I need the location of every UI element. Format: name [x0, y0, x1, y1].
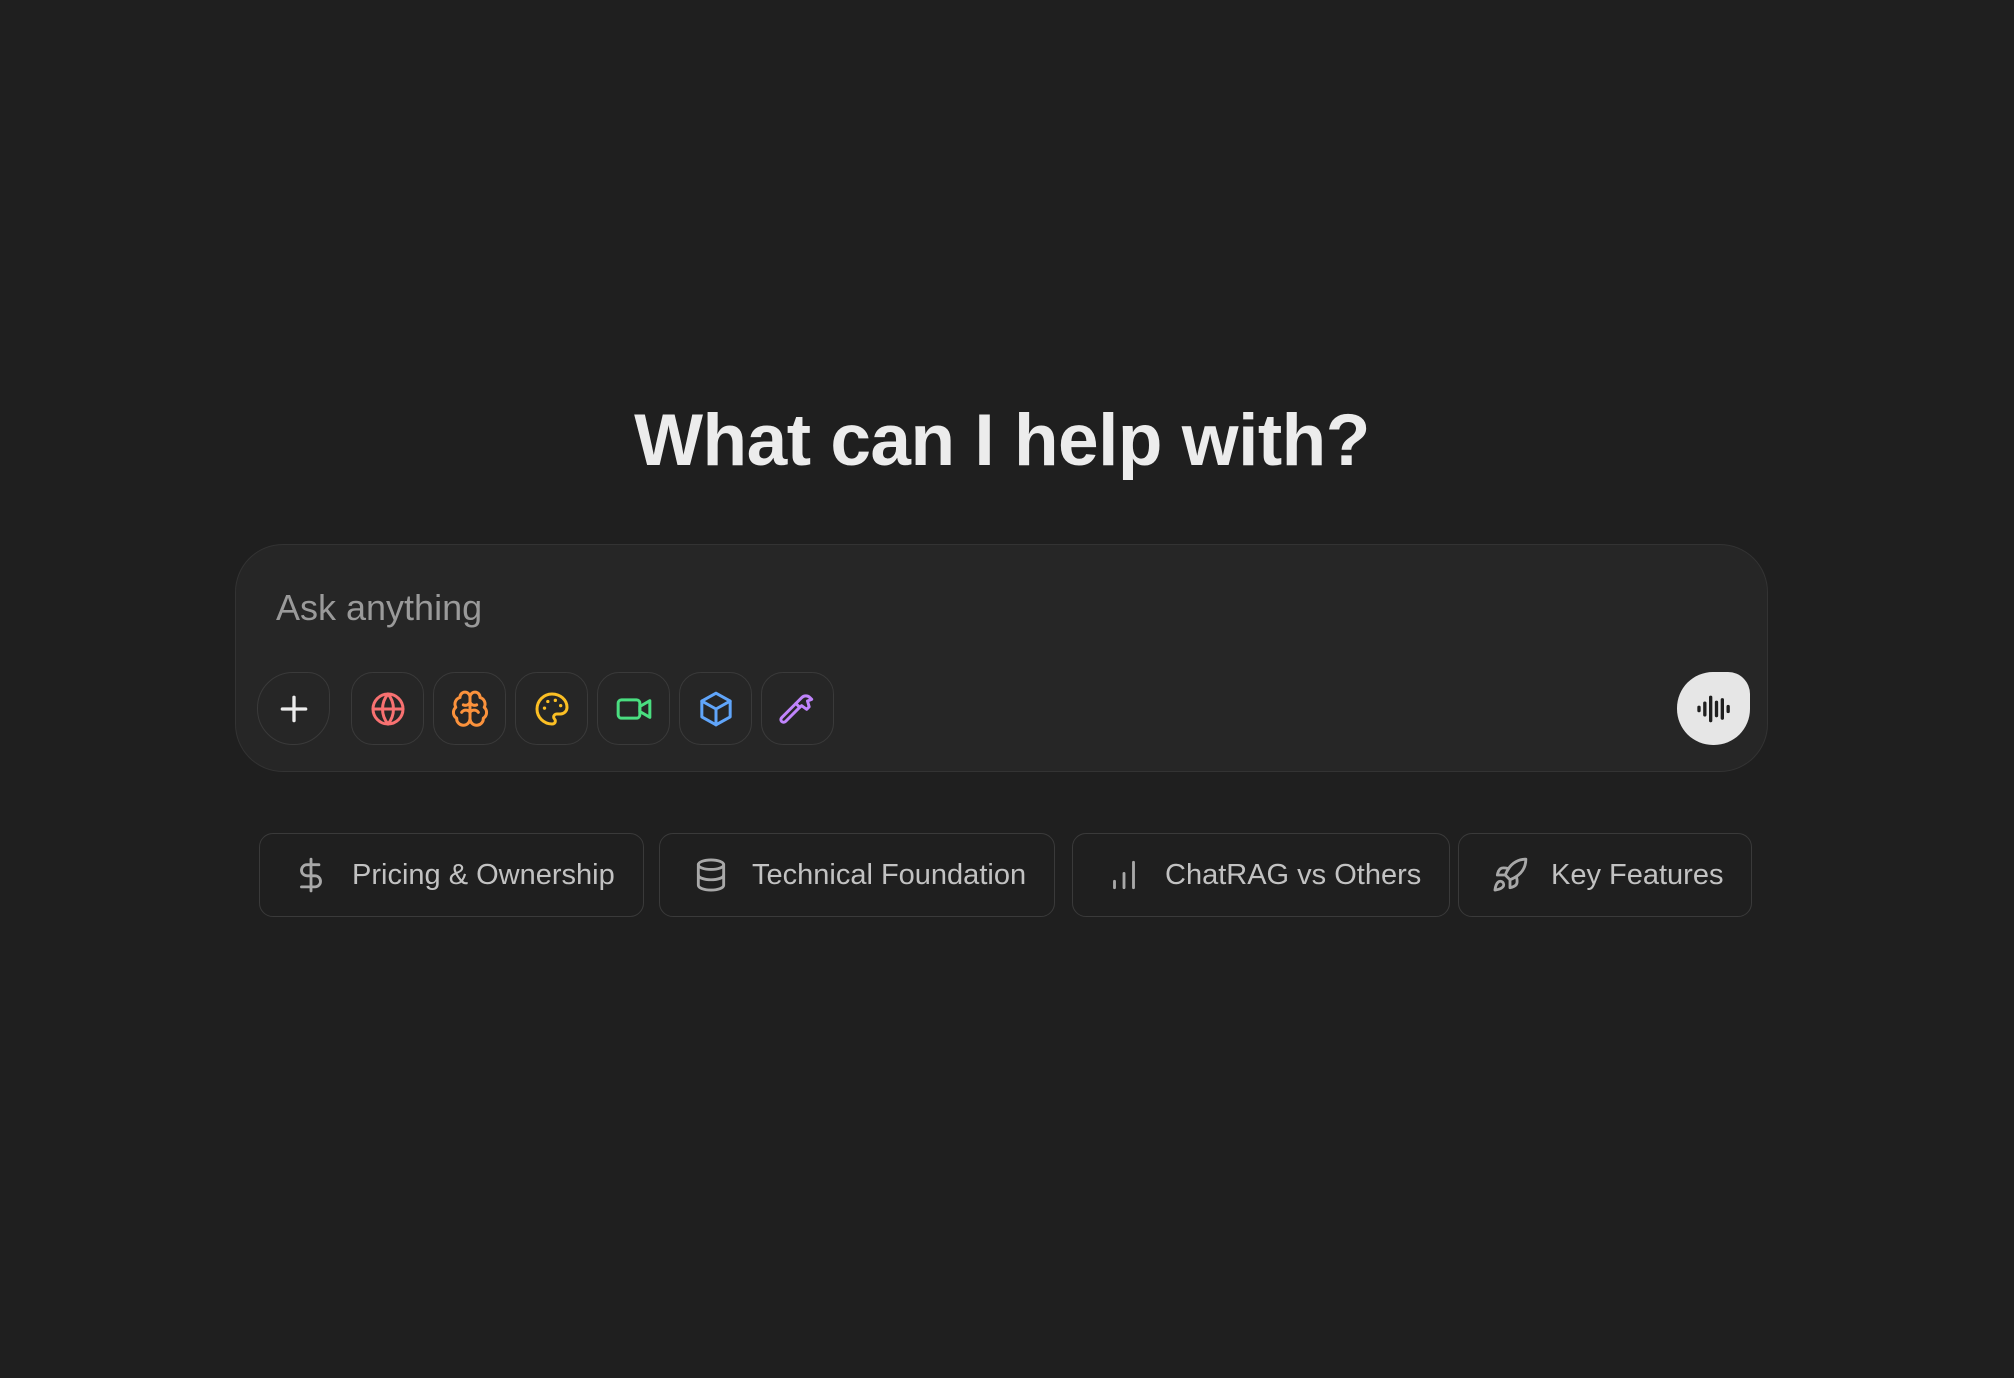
audio-waveform-icon: [1696, 695, 1730, 722]
database-icon: [696, 858, 726, 892]
3d-model-button[interactable]: [679, 672, 752, 745]
page-title: What can I help with?: [634, 400, 1370, 481]
suggestion-label: Pricing & Ownership: [352, 858, 615, 891]
suggestion-label: Technical Foundation: [752, 858, 1027, 891]
brain-icon: [451, 690, 488, 727]
video-icon: [616, 697, 651, 720]
reasoning-button[interactable]: [433, 672, 506, 745]
web-search-button[interactable]: [351, 672, 424, 745]
image-generation-button[interactable]: [515, 672, 588, 745]
bar-chart-icon: [1113, 860, 1135, 890]
suggestion-label: ChatRAG vs Others: [1165, 858, 1422, 891]
rocket-icon: [1493, 857, 1528, 892]
hammer-icon: [778, 693, 813, 724]
page: What can I help with? Ask anything Prici…: [0, 0, 2014, 1378]
plus-icon: [280, 695, 307, 722]
suggestion-chatrag-vs-others[interactable]: ChatRAG vs Others: [1072, 833, 1451, 917]
suggestion-label: Key Features: [1551, 858, 1724, 891]
suggestion-pricing-ownership[interactable]: Pricing & Ownership: [259, 833, 644, 917]
palette-icon: [535, 692, 568, 725]
prompt-input[interactable]: [276, 583, 1576, 633]
cube-icon: [699, 691, 732, 726]
tools-button[interactable]: [761, 672, 834, 745]
add-attachment-button[interactable]: [257, 672, 330, 745]
suggestion-key-features[interactable]: Key Features: [1458, 833, 1753, 917]
globe-icon: [371, 692, 404, 725]
voice-mode-button[interactable]: [1677, 672, 1750, 745]
chat-composer: [235, 544, 1768, 772]
suggestion-technical-foundation[interactable]: Technical Foundation: [659, 833, 1056, 917]
dollar-icon: [300, 857, 322, 893]
video-generation-button[interactable]: [597, 672, 670, 745]
